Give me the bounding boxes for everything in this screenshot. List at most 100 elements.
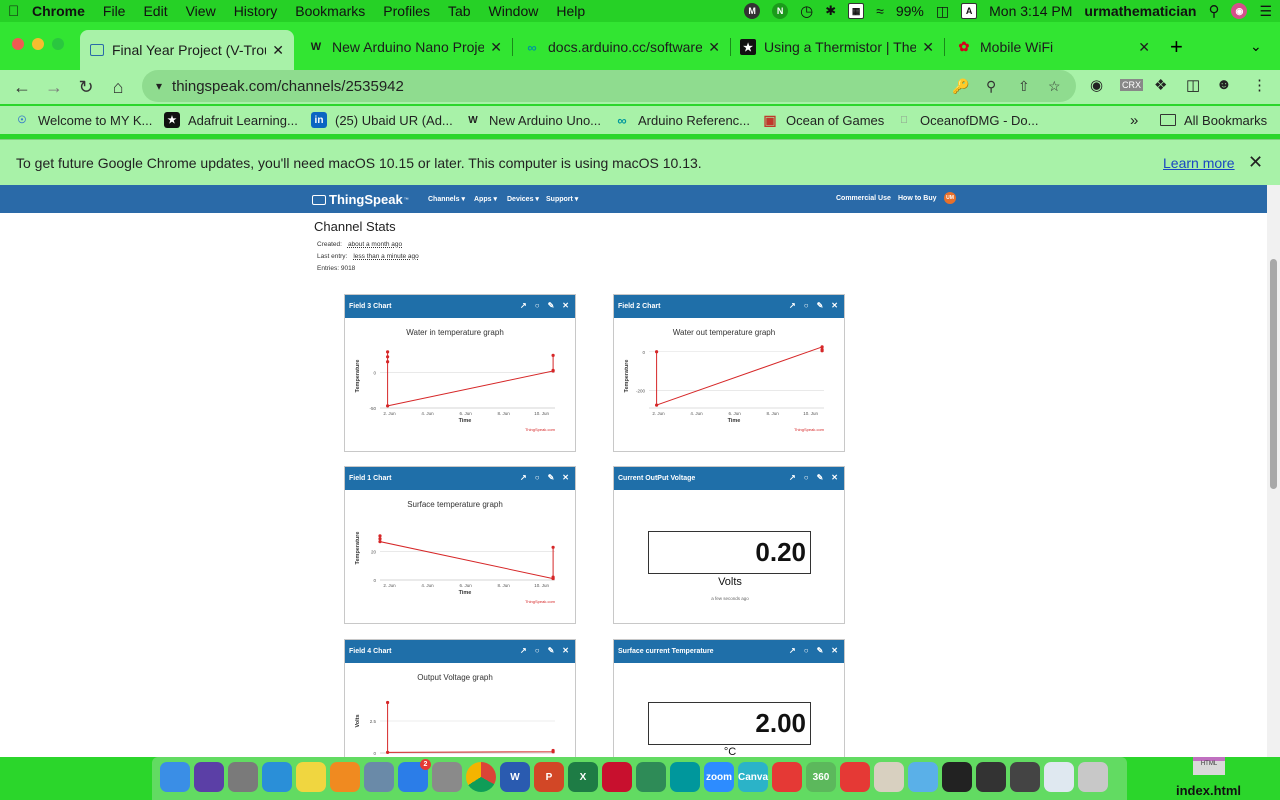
comment-icon[interactable]: ○ (804, 473, 809, 482)
dock-powerpoint-icon[interactable]: P (534, 762, 564, 792)
reload-icon[interactable]: ↻ (70, 77, 102, 98)
dock-chrome-icon[interactable] (466, 762, 496, 792)
edit-pencil-icon[interactable]: ✎ (817, 301, 824, 310)
dock-notes-icon[interactable] (296, 762, 326, 792)
forward-arrow-icon[interactable]: → (38, 77, 70, 98)
bookmark-item[interactable]: ☉ Welcome to MY K... (14, 112, 153, 128)
more-menu-icon[interactable]: ⋮ (1252, 76, 1267, 94)
dock-arduino-icon[interactable] (670, 762, 700, 792)
edit-pencil-icon[interactable]: ✎ (548, 473, 555, 482)
close-icon[interactable]: ✕ (562, 646, 569, 655)
menubar-clock[interactable]: Mon 3:14 PM (989, 3, 1072, 19)
dock-system-preferences-icon[interactable] (432, 762, 462, 792)
dock-mendeley-icon[interactable] (602, 762, 632, 792)
dock-siri-icon[interactable] (194, 762, 224, 792)
open-external-icon[interactable]: ↗ (520, 473, 527, 482)
tab-final-year-project[interactable]: Final Year Project (V-Trough ✕ (80, 30, 294, 70)
battery-icon[interactable]: ◫ (936, 3, 949, 20)
status-m-icon[interactable]: M (744, 3, 761, 19)
dock-360-icon[interactable]: 360 (806, 762, 836, 792)
menu-window[interactable]: Window (489, 3, 539, 19)
open-external-icon[interactable]: ↗ (789, 473, 796, 482)
wifi-icon[interactable]: ≈ (876, 3, 884, 19)
nav-devices[interactable]: Devices ▾ (507, 195, 539, 203)
home-icon[interactable]: ⌂ (102, 77, 134, 98)
open-external-icon[interactable]: ↗ (520, 301, 527, 310)
user-avatar[interactable]: UM (944, 192, 956, 204)
address-bar[interactable]: ▾ thingspeak.com/channels/2535942 🔑 ⚲ ⇧ … (142, 70, 1076, 102)
comment-icon[interactable]: ○ (804, 646, 809, 655)
nav-channels[interactable]: Channels ▾ (428, 195, 465, 203)
edit-pencil-icon[interactable]: ✎ (817, 646, 824, 655)
comment-icon[interactable]: ○ (804, 301, 809, 310)
open-external-icon[interactable]: ↗ (520, 646, 527, 655)
share-icon[interactable]: ⇧ (1018, 78, 1030, 95)
menu-edit[interactable]: Edit (143, 3, 167, 19)
site-info-icon[interactable]: ▾ (156, 79, 162, 93)
close-icon[interactable]: ✕ (562, 473, 569, 482)
close-icon[interactable]: ✕ (831, 473, 838, 482)
comment-icon[interactable]: ○ (535, 646, 540, 655)
spotlight-search-icon[interactable]: ⚲ (1208, 2, 1219, 20)
bookmark-item[interactable]: ∞ Arduino Referenc... (614, 112, 750, 128)
comment-icon[interactable]: ○ (535, 301, 540, 310)
close-tab-icon[interactable]: ✕ (272, 42, 284, 59)
menu-app-name[interactable]: Chrome (32, 3, 85, 19)
thingspeak-logo[interactable]: ThingSpeak ™ (312, 192, 409, 207)
nav-how-to-buy[interactable]: How to Buy (898, 195, 937, 202)
open-external-icon[interactable]: ↗ (789, 646, 796, 655)
status-n-icon[interactable]: N (772, 3, 789, 19)
dock-monitor-icon[interactable] (1010, 762, 1040, 792)
dock-excel-icon[interactable]: X (568, 762, 598, 792)
password-key-icon[interactable]: 🔑 (952, 78, 969, 95)
dock-archive-icon[interactable] (874, 762, 904, 792)
bookmark-item[interactable]:  OceanofDMG - Do... (896, 112, 1038, 128)
input-source-indicator[interactable]: A (961, 3, 978, 19)
dock-trash-icon[interactable] (1078, 762, 1108, 792)
control-center-icon[interactable]: ☰ (1259, 3, 1272, 20)
close-window-button[interactable] (12, 38, 24, 50)
tab-arduino-docs[interactable]: ∞ docs.arduino.cc/software/i ✕ (514, 30, 730, 64)
minimize-window-button[interactable] (32, 38, 44, 50)
extension-vpn-icon[interactable]: ◉ (1090, 76, 1103, 94)
all-bookmarks-folder[interactable]: All Bookmarks (1160, 113, 1267, 128)
menu-profiles[interactable]: Profiles (383, 3, 430, 19)
scrollbar-thumb[interactable] (1270, 259, 1277, 489)
more-bookmarks-chevron[interactable]: » (1130, 112, 1138, 129)
bookmark-item[interactable]: ★ Adafruit Learning... (164, 112, 298, 128)
extensions-puzzle-icon[interactable]: ❖ (1154, 76, 1167, 94)
profile-avatar-icon[interactable]: ☻ (1216, 76, 1232, 93)
dock-xcode-cleaner-icon[interactable] (840, 762, 870, 792)
time-machine-icon[interactable]: ◷ (800, 2, 813, 20)
close-icon[interactable]: ✕ (562, 301, 569, 310)
bookmark-item[interactable]: in (25) Ubaid UR (Ad... (311, 112, 453, 128)
siri-icon[interactable]: ◉ (1231, 3, 1248, 19)
bookmark-star-icon[interactable]: ☆ (1048, 78, 1061, 95)
dock-zoom-icon[interactable]: zoom (704, 762, 734, 792)
page-scrollbar[interactable] (1267, 185, 1280, 757)
desktop-file-thumbnail[interactable]: HTML (1193, 757, 1225, 775)
close-tab-icon[interactable]: ✕ (490, 39, 502, 56)
tab-search-chevron-icon[interactable]: ⌄ (1250, 38, 1262, 55)
close-tab-icon[interactable]: ✕ (1138, 39, 1150, 56)
menu-view[interactable]: View (186, 3, 216, 19)
menu-history[interactable]: History (234, 3, 278, 19)
dock-word-icon[interactable]: W (500, 762, 530, 792)
dock-preview-icon[interactable] (364, 762, 394, 792)
menu-help[interactable]: Help (556, 3, 585, 19)
dock-screens-icon[interactable] (976, 762, 1006, 792)
edit-pencil-icon[interactable]: ✎ (548, 646, 555, 655)
dock-books-icon[interactable] (330, 762, 360, 792)
close-tab-icon[interactable]: ✕ (708, 39, 720, 56)
keyboard-icon[interactable]: ▦ (848, 3, 865, 19)
back-arrow-icon[interactable]: ← (6, 77, 38, 98)
tab-mobile-wifi[interactable]: ✿ Mobile WiFi ✕ (946, 30, 1160, 64)
dock-app-store-icon[interactable]: 2 (398, 759, 431, 792)
dock-safari-icon[interactable] (262, 762, 292, 792)
new-tab-plus-icon[interactable]: + (1170, 34, 1183, 60)
desktop-file-label[interactable]: index.html (1176, 783, 1241, 798)
bookmark-item[interactable]: ▣ Ocean of Games (762, 112, 884, 128)
bookmark-item[interactable]: W New Arduino Uno... (465, 112, 601, 128)
menu-file[interactable]: File (103, 3, 126, 19)
bluetooth-icon[interactable]: ✱ (825, 3, 836, 19)
